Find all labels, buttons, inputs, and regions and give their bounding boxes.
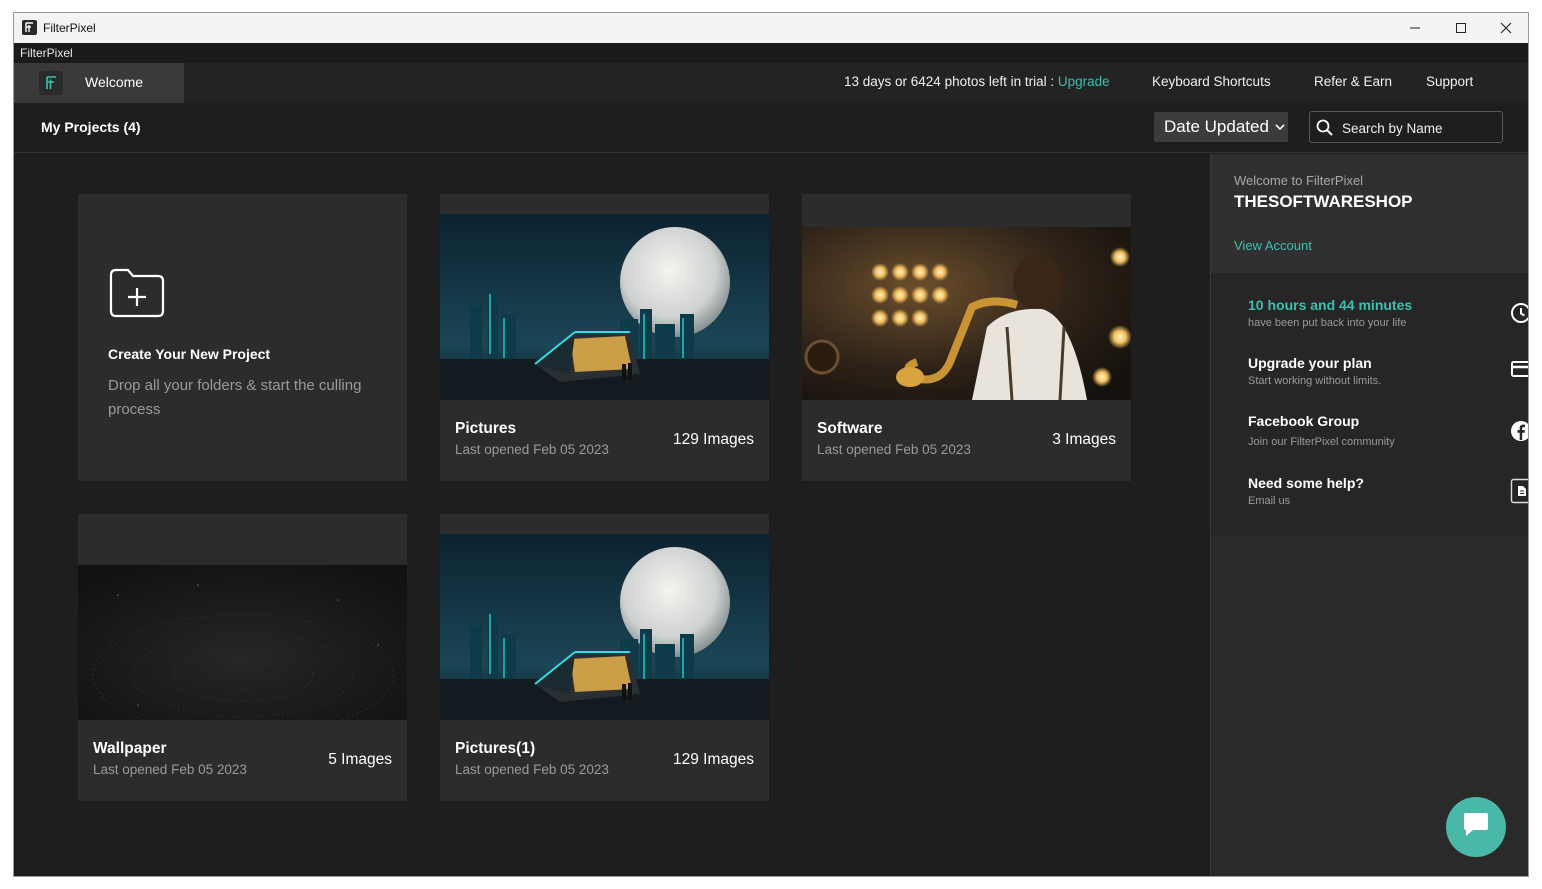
sidebar-item-upgrade-plan[interactable]: Upgrade your plan Start working without … [1248, 355, 1528, 387]
sidebar-links: 10 hours and 44 minutes have been put ba… [1211, 273, 1528, 535]
help-subtitle: Email us [1248, 495, 1291, 507]
support-link[interactable]: Support [1426, 74, 1473, 89]
sidebar-item-help[interactable]: Need some help? Email us [1248, 475, 1528, 507]
create-project-description: Drop all your folders & start the cullin… [108, 377, 362, 418]
project-name: Software [817, 420, 883, 437]
upgrade-plan-subtitle: Start working without limits. [1248, 375, 1382, 387]
title-bar: FilterPixel [14, 13, 1528, 43]
search-box[interactable] [1309, 111, 1503, 143]
project-card[interactable]: Pictures Last opened Feb 05 2023 129 Ima… [440, 194, 769, 481]
window-title: FilterPixel [43, 21, 96, 35]
project-image-count: 129 Images [673, 431, 754, 448]
sort-selected-value: Date Updated [1164, 117, 1269, 136]
time-saved-subtitle: have been put back into your life [1248, 317, 1407, 329]
account-summary: Welcome to FilterPixel THESOFTWARESHOP V… [1211, 154, 1528, 273]
username: THESOFTWARESHOP [1234, 192, 1413, 211]
search-input[interactable] [1340, 117, 1499, 139]
minimize-button[interactable] [1392, 13, 1438, 43]
project-last-opened: Last opened Feb 05 2023 [93, 762, 247, 777]
refer-earn-link[interactable]: Refer & Earn [1314, 74, 1392, 89]
project-image-count: 3 Images [1052, 431, 1116, 448]
tab-welcome-label: Welcome [85, 74, 144, 90]
chevron-down-icon [1275, 120, 1285, 134]
project-card[interactable]: Pictures(1) Last opened Feb 05 2023 129 … [440, 514, 769, 801]
project-thumbnail-saxophone [802, 227, 1131, 400]
search-icon [1316, 119, 1333, 141]
project-card[interactable]: Software Last opened Feb 05 2023 3 Image… [802, 194, 1131, 481]
document-icon [1510, 478, 1528, 509]
keyboard-shortcuts-link[interactable]: Keyboard Shortcuts [1152, 74, 1271, 89]
project-name: Pictures(1) [455, 740, 536, 757]
project-image-count: 129 Images [673, 751, 754, 768]
welcome-text: Welcome to FilterPixel [1234, 173, 1364, 188]
credit-card-icon [1510, 360, 1528, 383]
maximize-button[interactable] [1438, 13, 1484, 43]
project-name: Wallpaper [93, 740, 167, 757]
menu-label: FilterPixel [20, 46, 73, 60]
facebook-group-title: Facebook Group [1248, 413, 1360, 429]
project-last-opened: Last opened Feb 05 2023 [455, 762, 609, 777]
clock-icon [1510, 302, 1528, 329]
filterpixel-logo-icon [39, 71, 63, 95]
project-last-opened: Last opened Feb 05 2023 [817, 442, 971, 457]
create-project-card[interactable]: Create Your New Project Drop all your fo… [78, 194, 407, 481]
project-name: Pictures [455, 420, 517, 437]
create-project-title: Create Your New Project [108, 346, 271, 362]
upgrade-link[interactable]: Upgrade [1058, 74, 1110, 89]
project-image-count: 5 Images [328, 751, 392, 768]
help-title: Need some help? [1248, 475, 1364, 491]
chat-bubble-icon [1461, 812, 1491, 843]
sidebar-item-time-saved: 10 hours and 44 minutes have been put ba… [1248, 297, 1528, 329]
tab-welcome[interactable]: Welcome [14, 63, 184, 103]
app-window: FilterPixel FilterPixel Welcome 13 days … [13, 12, 1529, 877]
facebook-icon [1510, 420, 1528, 447]
project-last-opened: Last opened Feb 05 2023 [455, 442, 609, 457]
menu-row: FilterPixel [14, 43, 1528, 63]
sidebar-item-facebook-group[interactable]: Facebook Group Join our FilterPixel comm… [1248, 413, 1528, 448]
app-logo-icon [22, 20, 37, 35]
projects-toolbar: My Projects (4) Date Updated [14, 103, 1528, 153]
close-button[interactable] [1483, 13, 1528, 43]
trial-text: 13 days or 6424 photos left in trial : [844, 74, 1055, 89]
project-thumbnail-moon-city [440, 214, 769, 400]
project-thumbnail-dark-particles [78, 565, 407, 720]
project-thumbnail-moon-city [440, 534, 769, 720]
view-account-link[interactable]: View Account [1234, 238, 1312, 253]
project-card[interactable]: Wallpaper Last opened Feb 05 2023 5 Imag… [78, 514, 407, 801]
chat-support-button[interactable] [1446, 797, 1506, 857]
my-projects-title: My Projects (4) [41, 119, 141, 135]
account-sidebar: Welcome to FilterPixel THESOFTWARESHOP V… [1210, 154, 1528, 876]
time-saved-title: 10 hours and 44 minutes [1248, 297, 1413, 313]
upgrade-plan-title: Upgrade your plan [1248, 355, 1372, 371]
trial-status: 13 days or 6424 photos left in trial : U… [844, 74, 1110, 89]
facebook-group-subtitle: Join our FilterPixel community [1248, 436, 1395, 448]
sort-dropdown[interactable]: Date Updated [1154, 112, 1288, 142]
add-folder-icon [108, 267, 166, 324]
top-navigation: Welcome 13 days or 6424 photos left in t… [14, 63, 1528, 103]
